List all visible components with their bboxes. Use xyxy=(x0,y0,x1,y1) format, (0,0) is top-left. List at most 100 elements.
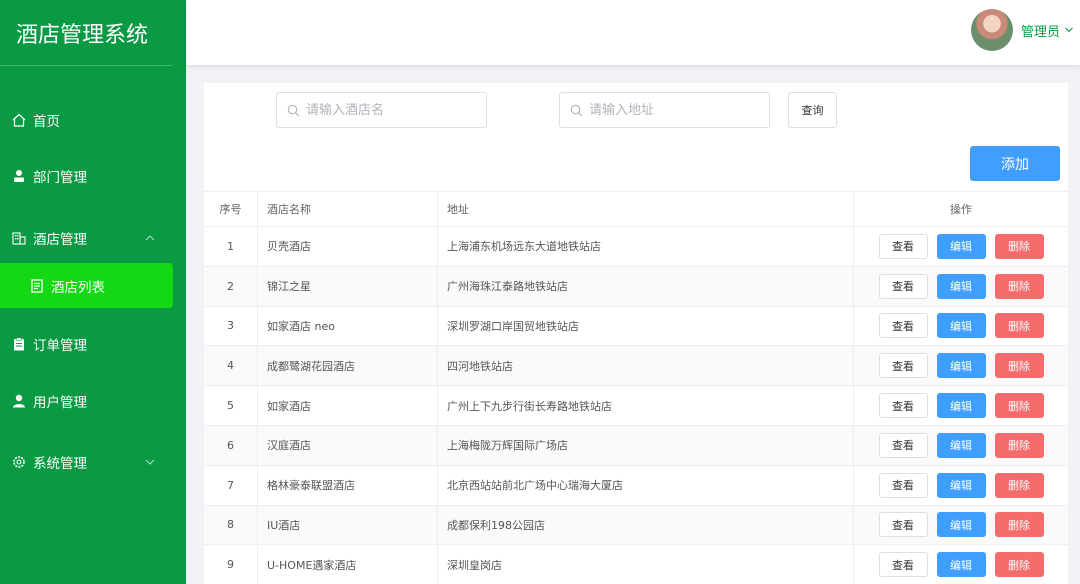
view-button[interactable]: 查看 xyxy=(878,432,928,458)
delete-button[interactable]: 删除 xyxy=(994,393,1044,419)
app-title: 酒店管理系统 xyxy=(0,0,172,66)
building-icon xyxy=(12,231,26,245)
view-button[interactable]: 查看 xyxy=(878,353,928,379)
row-actions: 查看 编辑 删除 xyxy=(854,227,1068,266)
hotel-name-search[interactable] xyxy=(276,92,487,128)
document-icon xyxy=(30,278,44,293)
edit-button[interactable]: 编辑 xyxy=(936,512,986,538)
row-index: 2 xyxy=(204,266,258,306)
row-index: 7 xyxy=(204,465,258,505)
person-icon xyxy=(12,169,26,183)
table-row: 5 如家酒店 广州上下九步行街长寿路地铁站店 查看 编辑 删除 xyxy=(204,386,1068,426)
row-address: 上海梅陇万辉国际广场店 xyxy=(438,425,854,465)
search-icon xyxy=(570,104,583,116)
sidebar-item-label: 订单管理 xyxy=(33,338,87,354)
table-row: 3 如家酒店 neo 深圳罗湖口岸国贸地铁站店 查看 编辑 删除 xyxy=(204,306,1068,347)
row-address: 深圳罗湖口岸国贸地铁站店 xyxy=(438,306,854,346)
view-button[interactable]: 查看 xyxy=(878,512,928,538)
content-card: 查询 添加 序号 酒店名称 地址 操作 1 贝壳酒店 上海浦东机场远东大道地铁站… xyxy=(204,83,1068,584)
delete-button[interactable]: 删除 xyxy=(994,313,1044,339)
column-header-index: 序号 xyxy=(204,192,258,226)
chevron-up-icon xyxy=(145,235,155,241)
row-index: 9 xyxy=(204,545,258,584)
delete-button[interactable]: 删除 xyxy=(994,233,1044,259)
row-index: 5 xyxy=(204,386,258,425)
sidebar-item-hotel[interactable]: 酒店管理 xyxy=(0,218,186,258)
sidebar-item-orders[interactable]: 订单管理 xyxy=(0,324,186,364)
sidebar-item-label: 系统管理 xyxy=(33,456,87,472)
row-index: 6 xyxy=(204,425,258,465)
row-hotel-name: 如家酒店 xyxy=(258,386,438,425)
row-actions: 查看 编辑 删除 xyxy=(854,506,1068,545)
column-header-address: 地址 xyxy=(438,192,854,226)
delete-button[interactable]: 删除 xyxy=(994,512,1044,538)
view-button[interactable]: 查看 xyxy=(878,393,928,419)
row-hotel-name: 汉庭酒店 xyxy=(258,425,438,465)
avatar[interactable] xyxy=(970,9,1013,51)
row-address: 四河地铁站店 xyxy=(438,346,854,386)
row-actions: 查看 编辑 删除 xyxy=(854,307,1068,346)
row-hotel-name: 成都鹭湖花园酒店 xyxy=(258,346,438,386)
view-button[interactable]: 查看 xyxy=(878,313,928,339)
sidebar-item-system[interactable]: 系统管理 xyxy=(0,442,186,482)
row-actions: 查看 编辑 删除 xyxy=(854,466,1068,505)
view-button[interactable]: 查看 xyxy=(878,273,928,299)
chevron-down-icon[interactable] xyxy=(1064,25,1074,35)
row-address: 广州海珠江泰路地铁站店 xyxy=(438,266,854,306)
row-address: 成都保利198公园店 xyxy=(438,505,854,545)
sidebar-item-department[interactable]: 部门管理 xyxy=(0,156,186,196)
edit-button[interactable]: 编辑 xyxy=(936,273,986,299)
row-actions: 查看 编辑 删除 xyxy=(854,267,1068,306)
sidebar: 酒店管理系统 首页 部门管理 酒店管理 酒店列表 订单管理 用户管理 系统管理 xyxy=(0,0,186,584)
hotel-name-input[interactable] xyxy=(306,102,476,118)
view-button[interactable]: 查看 xyxy=(878,233,928,259)
sidebar-item-users[interactable]: 用户管理 xyxy=(0,381,186,421)
sidebar-item-label: 用户管理 xyxy=(33,395,87,411)
sidebar-item-label: 首页 xyxy=(33,114,60,130)
row-index: 8 xyxy=(204,505,258,545)
table-row: 2 锦江之星 广州海珠江泰路地铁站店 查看 编辑 删除 xyxy=(204,266,1068,307)
query-button[interactable]: 查询 xyxy=(788,92,837,128)
delete-button[interactable]: 删除 xyxy=(994,472,1044,498)
edit-button[interactable]: 编辑 xyxy=(936,393,986,419)
column-header-name: 酒店名称 xyxy=(258,192,438,226)
table-body: 1 贝壳酒店 上海浦东机场远东大道地铁站店 查看 编辑 删除 2 锦江之星 广州… xyxy=(204,227,1068,584)
edit-button[interactable]: 编辑 xyxy=(936,472,986,498)
delete-button[interactable]: 删除 xyxy=(994,353,1044,379)
delete-button[interactable]: 删除 xyxy=(994,552,1044,578)
edit-button[interactable]: 编辑 xyxy=(936,432,986,458)
edit-button[interactable]: 编辑 xyxy=(936,233,986,259)
home-icon xyxy=(12,113,26,127)
sidebar-item-home[interactable]: 首页 xyxy=(0,100,186,140)
row-index: 4 xyxy=(204,346,258,386)
delete-button[interactable]: 删除 xyxy=(994,432,1044,458)
sidebar-item-label: 部门管理 xyxy=(33,170,87,186)
table-row: 1 贝壳酒店 上海浦东机场远东大道地铁站店 查看 编辑 删除 xyxy=(204,227,1068,267)
search-icon xyxy=(287,104,300,116)
view-button[interactable]: 查看 xyxy=(878,472,928,498)
row-address: 广州上下九步行街长寿路地铁站店 xyxy=(438,386,854,425)
sidebar-subitem-label: 酒店列表 xyxy=(51,279,105,296)
row-hotel-name: 如家酒店 neo xyxy=(258,306,438,346)
edit-button[interactable]: 编辑 xyxy=(936,552,986,578)
sidebar-subitem-hotel-list[interactable]: 酒店列表 xyxy=(0,263,173,308)
row-hotel-name: 贝壳酒店 xyxy=(258,227,438,266)
address-input[interactable] xyxy=(589,102,759,118)
delete-button[interactable]: 删除 xyxy=(994,273,1044,299)
row-actions: 查看 编辑 删除 xyxy=(854,386,1068,425)
address-search[interactable] xyxy=(559,92,770,128)
user-menu[interactable]: 管理员 xyxy=(970,8,1080,52)
top-header: 管理员 xyxy=(186,0,1080,65)
row-hotel-name: IU酒店 xyxy=(258,505,438,545)
user-name[interactable]: 管理员 xyxy=(1021,21,1060,40)
add-button[interactable]: 添加 xyxy=(970,146,1060,181)
view-button[interactable]: 查看 xyxy=(878,552,928,578)
table-row: 4 成都鹭湖花园酒店 四河地铁站店 查看 编辑 删除 xyxy=(204,346,1068,387)
gear-icon xyxy=(12,455,26,469)
edit-button[interactable]: 编辑 xyxy=(936,313,986,339)
hotel-table: 序号 酒店名称 地址 操作 1 贝壳酒店 上海浦东机场远东大道地铁站店 查看 编… xyxy=(204,191,1068,584)
row-hotel-name: U-HOME遇家酒店 xyxy=(258,545,438,584)
chevron-down-icon xyxy=(145,459,155,465)
row-index: 3 xyxy=(204,306,258,346)
edit-button[interactable]: 编辑 xyxy=(936,353,986,379)
